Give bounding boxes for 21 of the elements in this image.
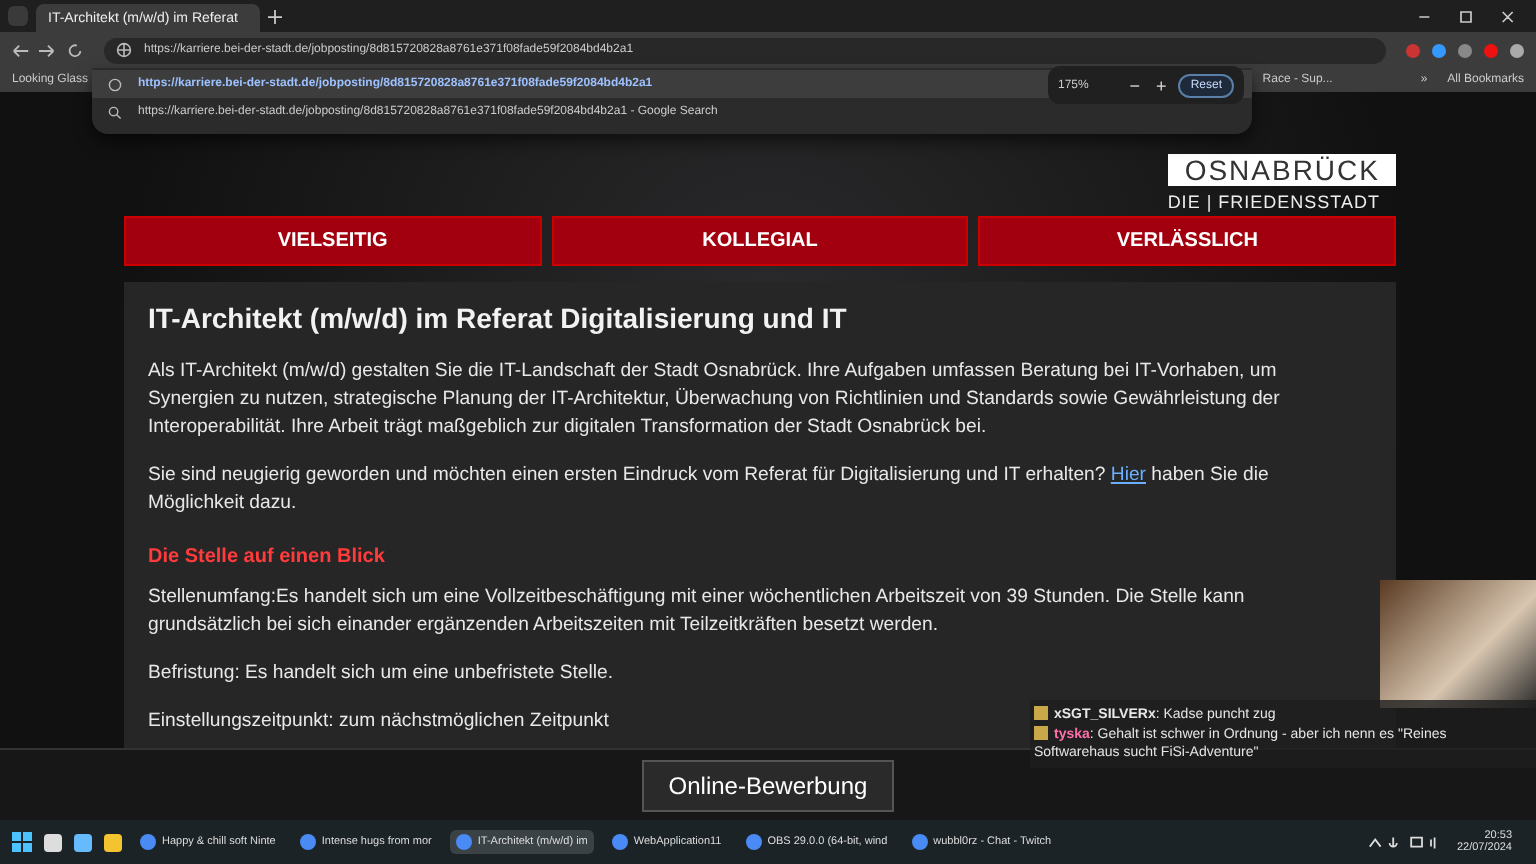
navigation-icons[interactable] [12,41,84,59]
job-fact: Stellenumfang:Es handelt sich um eine Vollzeitbeschäftigung mit einer wöchentlichen Arbeitszeit von 39 Stunden. Die Stelle kann grundsätzlich bei sich einander ergänzenden Arbeitszeiten mit Teilzeitkräften besetzt werden. [148,584,1247,640]
department-paragraph: Sie sind neugierig geworden und möchten einen ersten Eindruck vom Referat für Digitalisierung und IT erhalten? Hier haben Sie die Möglichkeit dazu. [148,462,1271,518]
job-title: IT-Architekt (m/w/d) im Referat Digitalisierung und IT [148,302,849,334]
job-fact: Einstellungszeitpunkt: zum nächstmöglichen Zeitpunkt [148,708,609,736]
zoom-in-button[interactable]: + [1152,75,1171,95]
start-icon[interactable] [12,832,32,852]
zoom-out-button[interactable]: − [1125,75,1145,95]
window-controls-icon[interactable] [1416,9,1516,23]
nav-button[interactable]: VIELSEITIG [124,216,542,266]
job-fact: Befristung: Es handelt sich um eine unbefristete Stelle. [148,660,614,688]
nav-button[interactable]: KOLLEGIAL [551,216,969,266]
apply-button[interactable]: Online-Bewerbung [642,759,894,811]
city-logo[interactable]: OSNABRÜCK [1168,154,1396,186]
search-icon [108,105,122,119]
city-tagline: DIE | FRIEDENSSTADT [1167,192,1380,212]
job-intro: Als IT-Architekt (m/w/d) gestalten Sie die IT-Landschaft der Stadt Osnabrück. Ihre Aufgaben umfassen Beratung bei IT-Vorhaben, um Synergien zu nutzen, strategische Planung der IT-Architektur, Überwachung von Richtlinien und Standards sowie Gewährleistung der Interoperabilität. Ihre Arbeit trägt maßgeblich zur digitalen Transformation der Stadt Osnabrück bei. [148,358,1282,442]
new-tab-icon[interactable] [268,9,282,23]
nav-button[interactable]: VERLÄSSLICH [978,216,1397,266]
section-heading: Die Stelle auf einen Blick [148,546,387,568]
here-link[interactable]: Hier [1110,464,1146,486]
